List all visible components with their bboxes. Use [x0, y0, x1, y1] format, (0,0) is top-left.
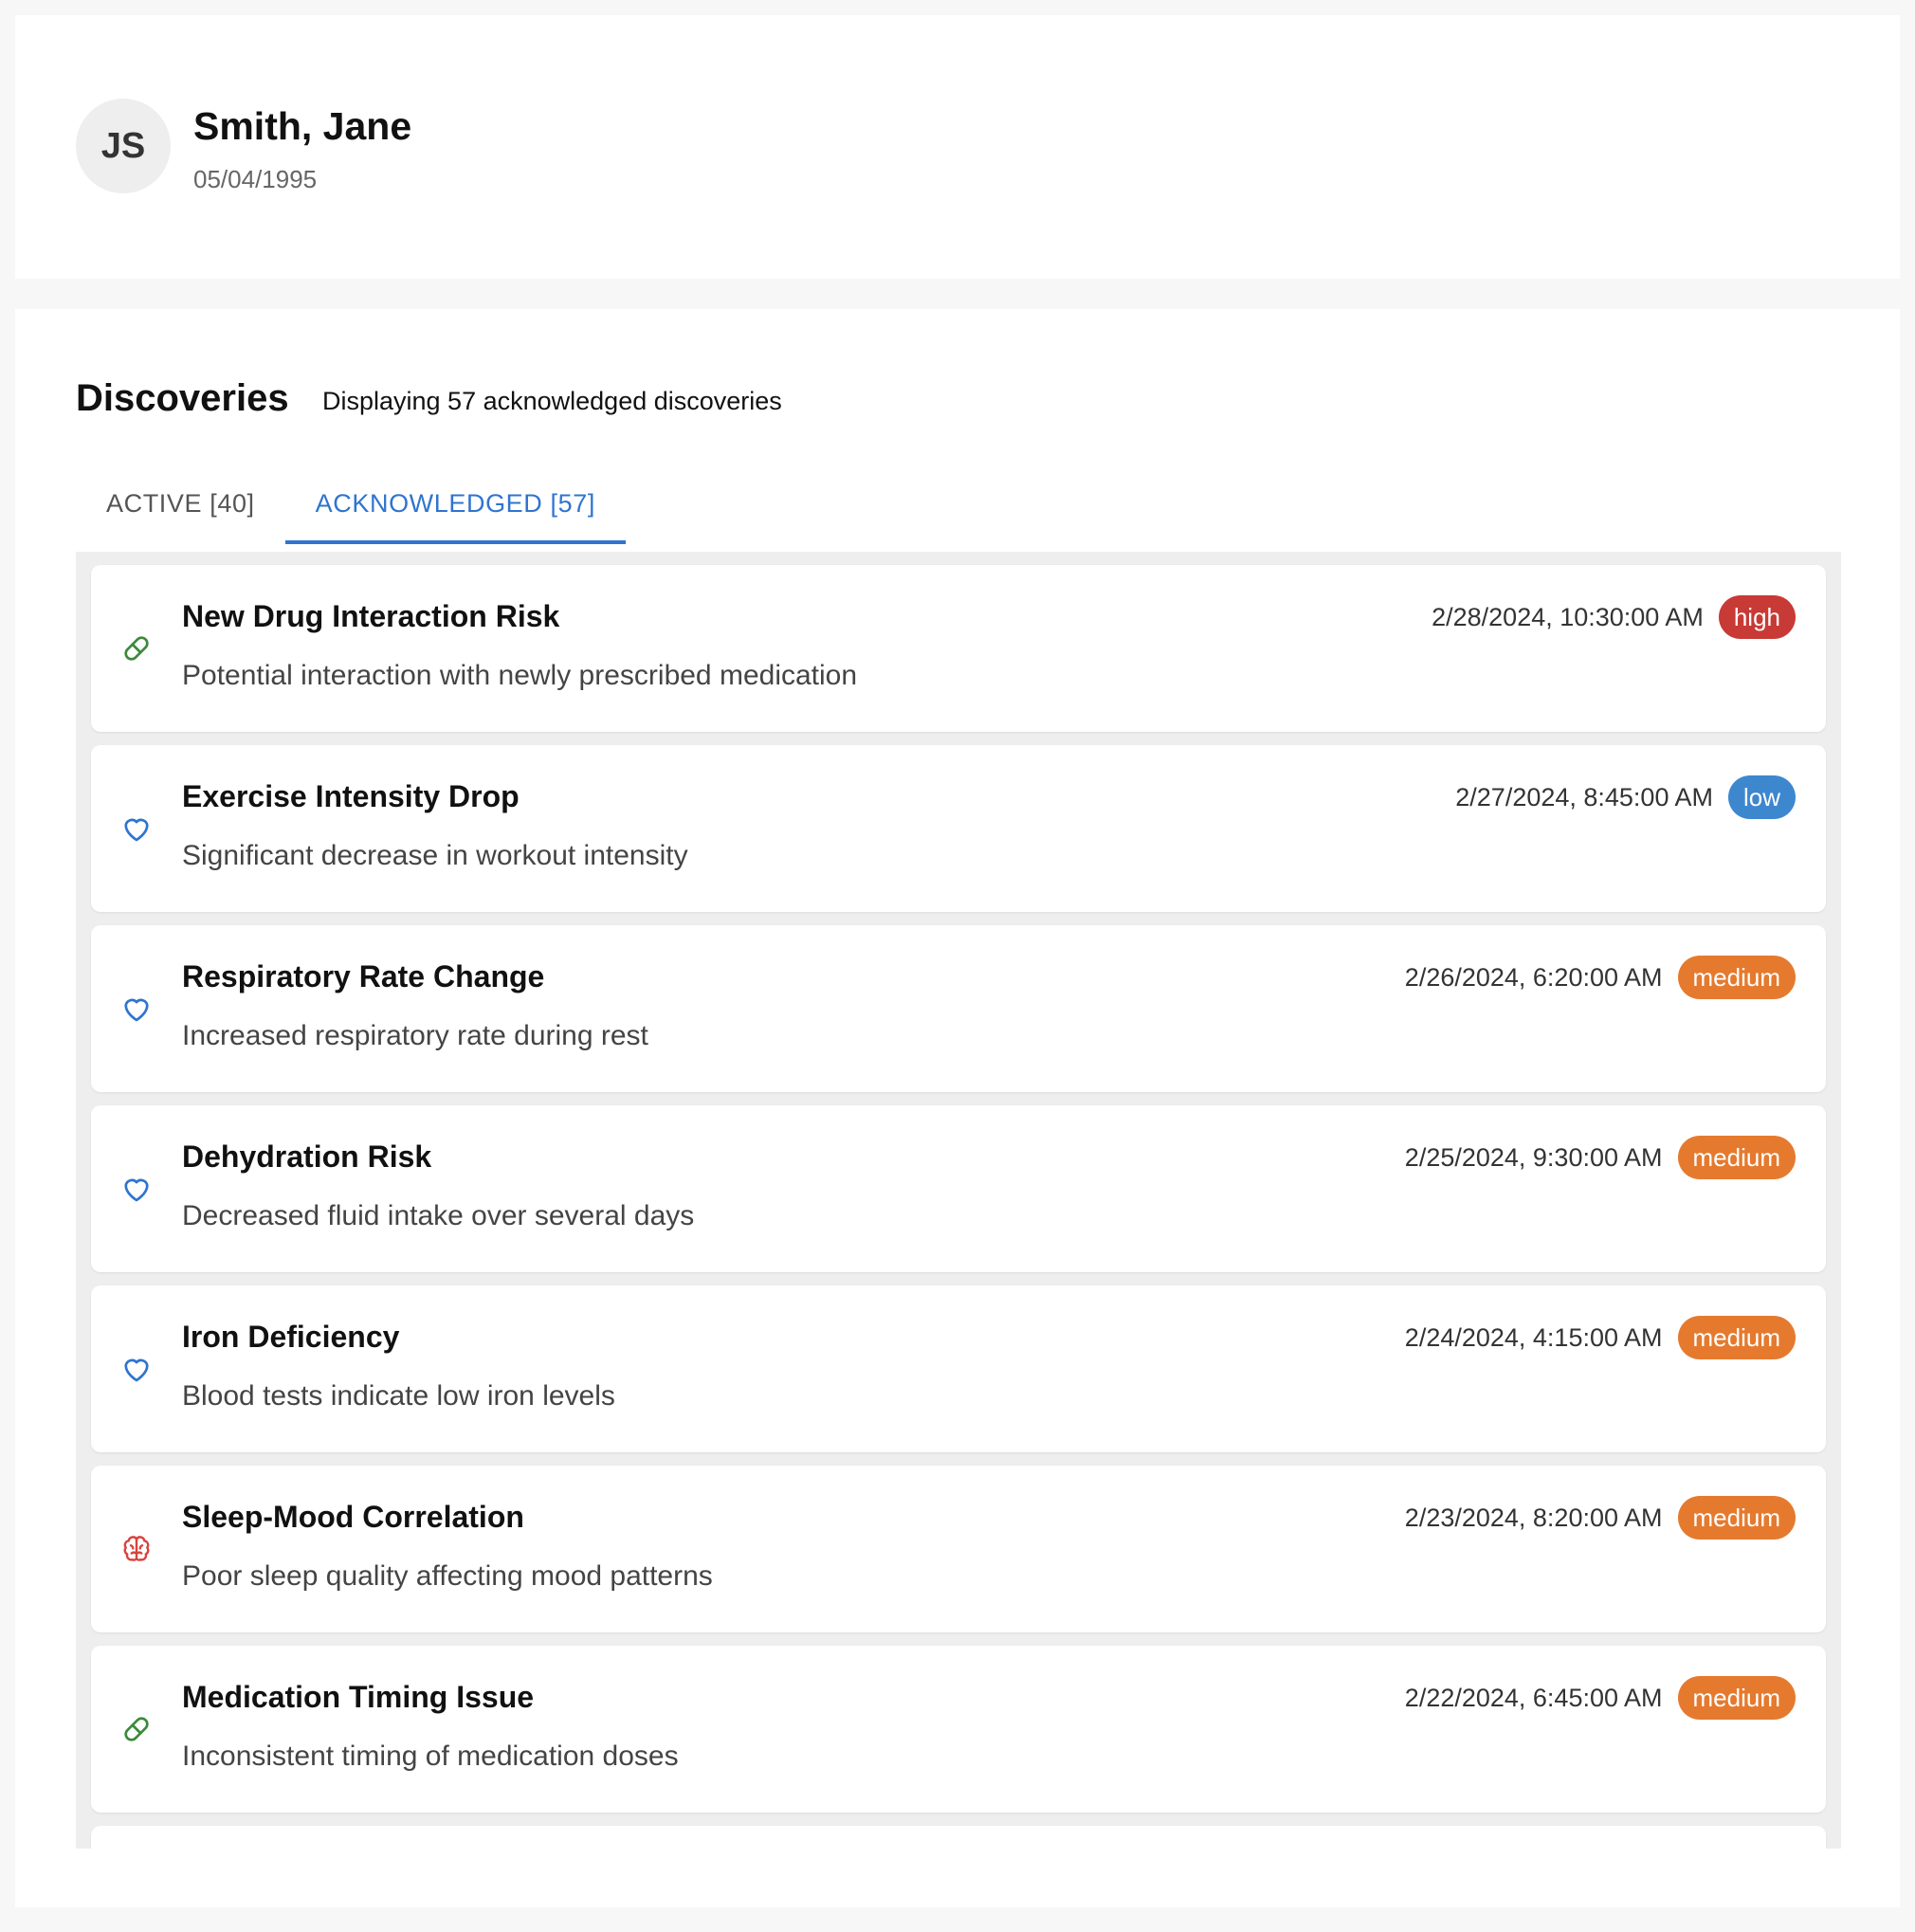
- heart-icon: [119, 992, 154, 1026]
- page: JS Smith, Jane 05/04/1995 Discoveries Di…: [0, 0, 1915, 1932]
- discovery-title: Respiratory Rate Change: [182, 959, 545, 993]
- discovery-item[interactable]: Medication Timing Issue Inconsistent timi…: [91, 1646, 1826, 1813]
- heart-icon: [119, 1172, 154, 1206]
- patient-header: JS Smith, Jane 05/04/1995: [15, 15, 1900, 279]
- discovery-title: Exercise Intensity Drop: [182, 779, 520, 813]
- discovery-meta: 2/26/2024, 6:20:00 AM medium: [1405, 956, 1796, 999]
- discovery-item[interactable]: Exercise Intensity Drop Significant decre…: [91, 745, 1826, 912]
- discovery-title: Dehydration Risk: [182, 1139, 432, 1174]
- severity-badge: medium: [1677, 1136, 1796, 1179]
- discovery-description: Increased respiratory rate during rest: [182, 1020, 648, 1051]
- discovery-title: Iron Deficiency: [182, 1320, 400, 1354]
- tab-active[interactable]: ACTIVE [40]: [76, 466, 285, 544]
- discovery-timestamp: 2/27/2024, 8:45:00 AM: [1455, 782, 1713, 811]
- discovery-description: Decreased fluid intake over several days: [182, 1200, 695, 1231]
- discovery-meta: 2/24/2024, 4:15:00 AM medium: [1405, 1316, 1796, 1359]
- discovery-description: Inconsistent timing of medication doses: [182, 1741, 679, 1772]
- severity-badge: high: [1718, 595, 1796, 639]
- discovery-item[interactable]: Dehydration Risk Decreased fluid intake o…: [91, 1105, 1826, 1272]
- discovery-timestamp: 2/26/2024, 6:20:00 AM: [1404, 962, 1663, 992]
- discoveries-title: Discoveries: [76, 377, 289, 419]
- discovery-meta: 2/27/2024, 8:45:00 AM low: [1455, 775, 1796, 819]
- pill-icon: [119, 631, 154, 665]
- discovery-title: New Drug Interaction Risk: [182, 599, 560, 633]
- discovery-timestamp: 2/24/2024, 4:15:00 AM: [1404, 1322, 1663, 1352]
- discoveries-subtitle: Displaying 57 acknowledged discoveries: [322, 387, 782, 415]
- discovery-title: Sleep-Mood Correlation: [182, 1500, 524, 1534]
- discovery-item-partial[interactable]: [91, 1826, 1826, 1849]
- patient-dob: 05/04/1995: [193, 165, 318, 193]
- discoveries-panel: Discoveries Displaying 57 acknowledged d…: [15, 309, 1900, 1907]
- discovery-description: Blood tests indicate low iron levels: [182, 1380, 615, 1412]
- discovery-title: Medication Timing Issue: [182, 1680, 535, 1714]
- discoveries-list[interactable]: New Drug Interaction Risk Potential inter…: [76, 552, 1841, 1849]
- discovery-meta: 2/28/2024, 10:30:00 AM high: [1432, 595, 1796, 639]
- discovery-timestamp: 2/28/2024, 10:30:00 AM: [1432, 602, 1704, 631]
- discovery-meta: 2/22/2024, 6:45:00 AM medium: [1405, 1676, 1796, 1720]
- discovery-description: Significant decrease in workout intensit…: [182, 840, 688, 871]
- heart-icon: [119, 811, 154, 846]
- severity-badge: medium: [1677, 1676, 1796, 1720]
- discovery-item[interactable]: Respiratory Rate Change Increased respira…: [91, 925, 1826, 1092]
- severity-badge: low: [1727, 775, 1796, 819]
- severity-badge: medium: [1677, 956, 1796, 999]
- discovery-timestamp: 2/22/2024, 6:45:00 AM: [1404, 1683, 1663, 1712]
- discovery-item[interactable]: Sleep-Mood Correlation Poor sleep quality…: [91, 1466, 1826, 1632]
- tab-bar: ACTIVE [40] ACKNOWLEDGED [57]: [76, 466, 626, 544]
- severity-badge: medium: [1677, 1496, 1796, 1540]
- discovery-description: Poor sleep quality affecting mood patter…: [182, 1560, 713, 1592]
- discovery-description: Potential interaction with newly prescri…: [182, 660, 858, 691]
- pill-icon: [119, 1712, 154, 1746]
- discovery-meta: 2/25/2024, 9:30:00 AM medium: [1405, 1136, 1796, 1179]
- avatar: JS: [76, 99, 171, 193]
- patient-name: Smith, Jane: [193, 104, 412, 148]
- severity-badge: medium: [1677, 1316, 1796, 1359]
- discovery-item[interactable]: New Drug Interaction Risk Potential inter…: [91, 565, 1826, 732]
- tab-acknowledged[interactable]: ACKNOWLEDGED [57]: [284, 466, 626, 544]
- discovery-meta: 2/23/2024, 8:20:00 AM medium: [1405, 1496, 1796, 1540]
- discovery-item[interactable]: Iron Deficiency Blood tests indicate low …: [91, 1285, 1826, 1452]
- brain-icon: [119, 1532, 154, 1566]
- heart-icon: [119, 1352, 154, 1386]
- discovery-timestamp: 2/25/2024, 9:30:00 AM: [1404, 1142, 1663, 1172]
- discovery-timestamp: 2/23/2024, 8:20:00 AM: [1404, 1503, 1663, 1532]
